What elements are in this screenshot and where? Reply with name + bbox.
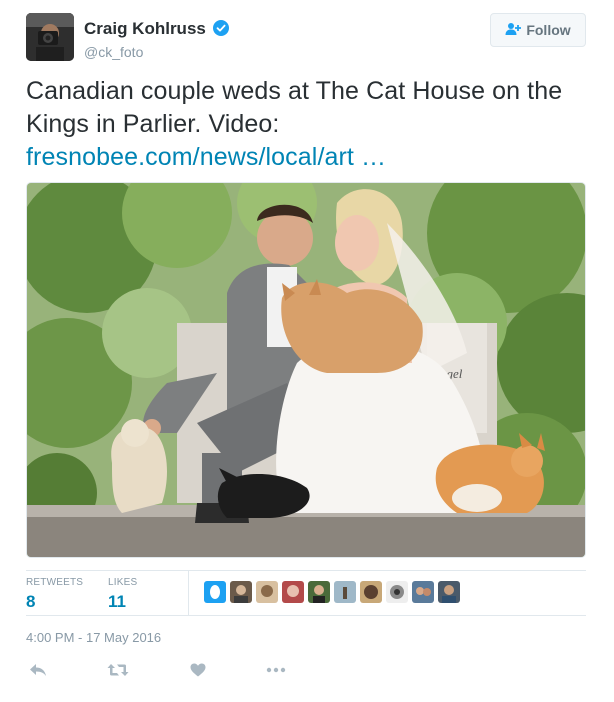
- more-icon[interactable]: [264, 660, 288, 680]
- follow-label: Follow: [526, 22, 571, 38]
- tweet-body: Canadian couple weds at The Cat House on…: [26, 77, 563, 138]
- liker-avatar[interactable]: [204, 581, 226, 603]
- tweet-stats: RETWEETS 8 LIKES 11: [26, 570, 586, 616]
- user-handle[interactable]: @ck_foto: [84, 44, 229, 60]
- heart-icon[interactable]: [186, 660, 210, 680]
- tweet-text: Canadian couple weds at The Cat House on…: [26, 75, 591, 174]
- retweets-label: RETWEETS: [26, 577, 84, 588]
- liker-avatar[interactable]: [412, 581, 434, 603]
- tweet-timestamp[interactable]: 4:00 PM - 17 May 2016: [26, 630, 161, 645]
- tweet-actions: [26, 660, 326, 684]
- liker-avatar[interactable]: [334, 581, 356, 603]
- stats-divider: [188, 571, 189, 615]
- reply-icon[interactable]: [26, 660, 50, 680]
- liker-avatar[interactable]: [256, 581, 278, 603]
- tweet-header: Craig Kohlruss @ck_foto Follow: [26, 13, 586, 63]
- follow-button[interactable]: Follow: [490, 13, 586, 47]
- liker-avatar[interactable]: [230, 581, 252, 603]
- likers-avatars: [204, 581, 460, 603]
- retweets-stat[interactable]: RETWEETS 8: [26, 577, 83, 612]
- tweet-link[interactable]: fresnobee.com/news/local/art …: [26, 143, 386, 171]
- retweet-icon[interactable]: [106, 660, 130, 680]
- liker-avatar[interactable]: [386, 581, 408, 603]
- likes-count: 11: [108, 592, 126, 611]
- liker-avatar[interactable]: [282, 581, 304, 603]
- liker-avatar[interactable]: [438, 581, 460, 603]
- user-name-block: Craig Kohlruss @ck_foto: [84, 19, 230, 60]
- liker-avatar[interactable]: [360, 581, 382, 603]
- retweets-count: 8: [26, 592, 36, 611]
- liker-avatar[interactable]: [308, 581, 330, 603]
- avatar[interactable]: [26, 13, 74, 61]
- verified-badge-icon: [213, 20, 230, 41]
- likes-stat[interactable]: LIKES 11: [108, 577, 137, 612]
- likes-label: LIKES: [108, 577, 138, 588]
- display-name[interactable]: Craig Kohlruss: [84, 19, 206, 38]
- follow-icon: [505, 22, 522, 39]
- tweet-photo[interactable]: Angel: [26, 182, 586, 558]
